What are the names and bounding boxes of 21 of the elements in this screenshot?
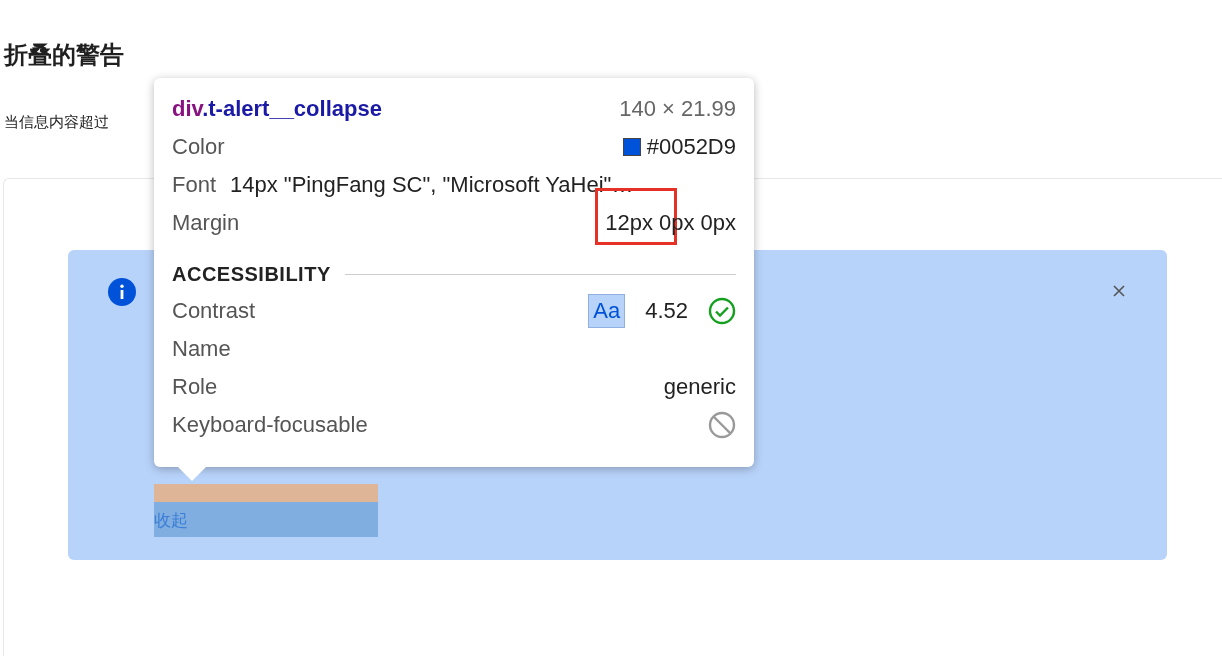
- element-size: 140 × 21.99: [619, 96, 736, 122]
- info-icon: [108, 278, 136, 306]
- contrast-ratio: 4.52: [645, 298, 688, 324]
- prohibited-icon: [708, 411, 736, 439]
- section-heading: 折叠的警告: [2, 40, 125, 70]
- margin-value: 12px: [605, 210, 653, 236]
- property-value: generic: [663, 374, 736, 400]
- close-icon[interactable]: [1113, 285, 1125, 297]
- property-label: Role: [172, 374, 218, 400]
- property-label: Keyboard-focusable: [172, 412, 368, 438]
- section-title: ACCESSIBILITY: [172, 262, 331, 286]
- description-text: 当信息内容超过: [4, 113, 109, 130]
- property-label: Margin: [172, 210, 240, 236]
- element-selector: div.t-alert__collapse: [172, 96, 382, 122]
- property-label: Name: [172, 336, 231, 362]
- collapse-link[interactable]: 收起: [154, 502, 378, 537]
- color-value: #0052D9: [646, 134, 736, 160]
- property-label: Color: [172, 134, 225, 160]
- contrast-sample: Aa: [588, 294, 626, 328]
- property-label: Font: [172, 172, 217, 198]
- property-label: Contrast: [172, 298, 256, 324]
